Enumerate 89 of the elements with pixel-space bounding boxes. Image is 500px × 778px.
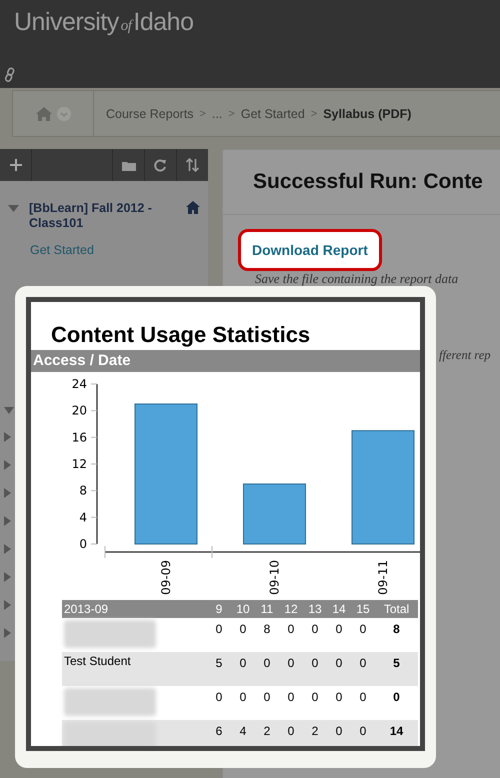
table-cell: 0 <box>360 622 366 636</box>
collapse-arrow-icon[interactable] <box>8 205 19 212</box>
expand-arrow-icon[interactable] <box>4 544 11 554</box>
menu-link[interactable]: Get Started <box>30 243 208 257</box>
expand-arrow-icon[interactable] <box>4 460 11 470</box>
table-cell: 0 <box>312 656 318 670</box>
table-cell: 0 <box>288 622 294 636</box>
course-title[interactable]: [BbLearn] Fall 2012 - Class101 <box>29 201 176 231</box>
column-header: 15 <box>351 600 375 618</box>
report-title: Content Usage Statistics <box>50 321 312 348</box>
university-logo[interactable]: UniversityofIdaho <box>14 8 194 37</box>
table-cell: 0 <box>360 690 366 704</box>
column-header: 12 <box>279 600 303 618</box>
column-header: 2013-09 <box>62 600 207 618</box>
table-cell: 0 <box>216 690 222 704</box>
table-cell: 5 <box>216 656 222 670</box>
section-header: Access / Date <box>31 350 420 372</box>
expand-arrow-icon[interactable] <box>4 432 11 442</box>
breadcrumb: Syllabus (PDF) <box>323 106 412 120</box>
column-header: 14 <box>327 600 351 618</box>
total-cell: 14 <box>390 724 404 738</box>
x-tick-label: 09-10 <box>268 560 282 595</box>
table-cell: 0 <box>336 656 342 670</box>
total-cell: 0 <box>393 690 400 704</box>
description-text: Save the file containing the report data <box>255 271 460 286</box>
table-cell: 0 <box>264 690 270 704</box>
total-cell: 5 <box>393 656 400 670</box>
y-tick-label: 16 <box>72 430 87 444</box>
breadcrumb[interactable]: ... <box>212 106 222 120</box>
breadcrumb-separator: > <box>200 108 206 120</box>
table-cell: 0 <box>264 656 270 670</box>
table-cell: 0 <box>360 724 366 738</box>
y-tick <box>90 490 98 492</box>
expand-arrow-icon[interactable] <box>4 488 11 498</box>
breadcrumb[interactable]: Course Reports <box>106 106 194 120</box>
table-cell: 0 <box>312 622 318 636</box>
student-name: Test Student <box>64 654 131 668</box>
breadcrumb-separator: > <box>310 108 318 120</box>
column-header: Total <box>375 600 418 618</box>
breadcrumb-separator: > <box>228 108 235 120</box>
table-cell: 0 <box>288 656 294 670</box>
total-cell: 8 <box>393 622 400 636</box>
expand-arrow-icon[interactable] <box>4 572 11 582</box>
breadcrumb[interactable]: Get Started <box>240 106 305 120</box>
table-cell: 4 <box>240 724 246 738</box>
y-tick-label: 24 <box>72 377 87 391</box>
y-tick-label: 12 <box>72 457 87 471</box>
y-tick <box>90 516 98 518</box>
download-report-button[interactable]: Download Report <box>238 229 382 271</box>
refresh-icon[interactable] <box>154 158 167 172</box>
column-header: 11 <box>255 600 279 618</box>
expand-arrow-icon[interactable] <box>4 628 11 638</box>
column-header: 10 <box>231 600 255 618</box>
table-cell: 0 <box>336 622 342 636</box>
y-tick-label: 8 <box>79 484 87 498</box>
add-icon[interactable] <box>10 159 22 171</box>
y-tick-label: 4 <box>79 510 87 524</box>
bar <box>243 484 306 544</box>
table-cell: 0 <box>336 690 342 704</box>
page-title: Successful Run: Conte <box>223 150 500 215</box>
folder-icon[interactable] <box>122 159 136 171</box>
column-header: 13 <box>303 600 327 618</box>
table-cell: 2 <box>264 724 270 738</box>
table-cell: 8 <box>264 622 270 636</box>
collapse-arrow-icon[interactable] <box>4 407 14 414</box>
x-tick-label: 09-11 <box>376 560 390 595</box>
y-tick-label: 0 <box>79 537 87 551</box>
table-cell: 0 <box>288 724 294 738</box>
expand-arrow-icon[interactable] <box>4 516 11 526</box>
table-cell: 0 <box>336 724 342 738</box>
table-cell: 0 <box>360 656 366 670</box>
table-cell: 6 <box>216 724 222 738</box>
dropdown-icon[interactable] <box>57 106 71 120</box>
table-cell: 0 <box>216 622 222 636</box>
expand-arrow-icon[interactable] <box>4 600 11 610</box>
x-tick-label: 09-09 <box>159 560 173 595</box>
home-icon[interactable] <box>186 201 200 214</box>
y-tick <box>90 410 98 412</box>
table-cell: 0 <box>240 622 246 636</box>
table-cell: 0 <box>312 690 318 704</box>
table-cell: 2 <box>312 724 318 738</box>
y-tick <box>90 436 98 438</box>
sort-icon[interactable] <box>186 158 199 172</box>
y-tick-label: 20 <box>72 404 87 418</box>
table-cell: 0 <box>288 690 294 704</box>
table-cell: 0 <box>240 656 246 670</box>
table-cell: 0 <box>240 690 246 704</box>
column-header: 9 <box>207 600 231 618</box>
description-text: fferent rep <box>439 348 492 363</box>
